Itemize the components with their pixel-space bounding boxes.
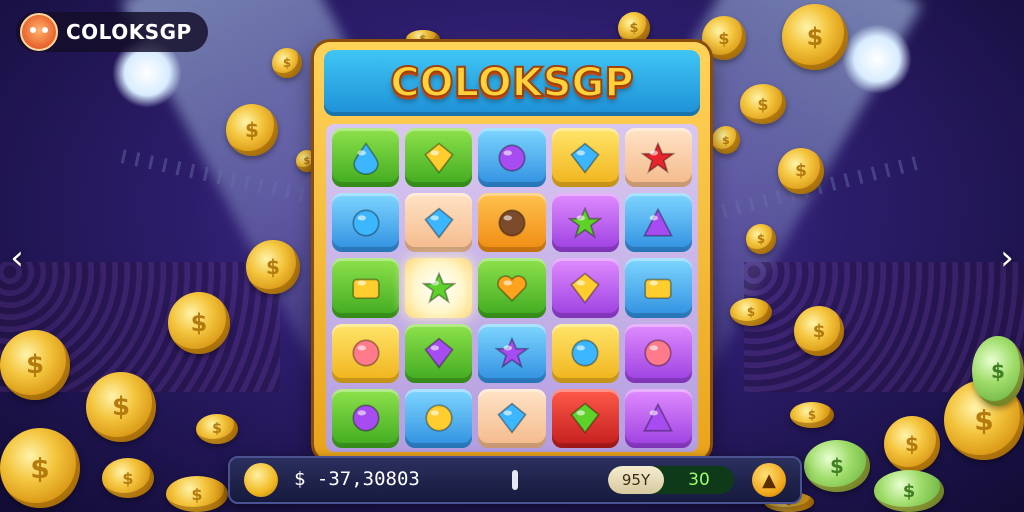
spin-button[interactable]: ▲ (752, 463, 786, 497)
pink-face-icon (644, 339, 672, 367)
spiral-shell-icon (498, 209, 526, 237)
coin-icon: $ (166, 476, 228, 512)
grid-cell[interactable] (551, 323, 619, 383)
gold-block-icon (644, 278, 672, 300)
gold-gem-icon (570, 272, 600, 304)
grid-cell[interactable] (478, 258, 546, 318)
grid-cell[interactable] (478, 323, 546, 383)
green-coin-icon: $ (804, 440, 870, 492)
coin-icon: $ (618, 12, 650, 44)
grid-cell[interactable] (624, 388, 692, 448)
grid-cell[interactable] (332, 193, 400, 253)
grid-cell[interactable] (332, 323, 400, 383)
grid-cell[interactable] (405, 193, 473, 253)
game-title-banner: COLOKSGP (324, 50, 700, 116)
red-star-icon (641, 140, 676, 174)
coin-icon: $ (746, 224, 776, 254)
grid-cell[interactable] (478, 193, 546, 253)
green-star-icon (421, 271, 456, 304)
control-bar: $ -37,30803 95Y 30 ▲ (228, 456, 802, 504)
balance-display: $ -37,30803 (294, 468, 420, 490)
grid-cell[interactable] (551, 128, 619, 188)
orange-heart-icon (497, 275, 527, 302)
blue-orb-icon (571, 339, 599, 367)
chevron-right-icon[interactable]: › (990, 236, 1024, 280)
blue-gem-icon (424, 207, 454, 239)
grid-cell[interactable] (332, 258, 400, 318)
purple-triangle-icon (643, 402, 674, 432)
green-coin-icon: $ (874, 470, 944, 512)
grid-cell[interactable] (478, 388, 546, 448)
blue-blade-icon (570, 142, 600, 174)
grid-cell[interactable] (405, 388, 473, 448)
coin-icon: $ (712, 126, 740, 154)
spin-icon: ▲ (762, 469, 776, 491)
bet-value: 30 (688, 470, 710, 490)
grid-cell[interactable] (332, 388, 400, 448)
coin-icon: $ (246, 240, 300, 294)
purple-smiley-icon (498, 143, 526, 172)
gold-bar-icon (351, 278, 380, 300)
grid-cell[interactable] (551, 193, 619, 253)
grid-cell[interactable] (405, 258, 473, 318)
coin-icon: $ (168, 292, 230, 354)
coin-icon (244, 463, 278, 497)
green-coin-icon: $ (972, 336, 1024, 406)
grid-cell[interactable] (551, 258, 619, 318)
brand-name: COLOKSGP (66, 20, 192, 44)
coin-icon: $ (730, 298, 772, 326)
purple-gem-icon (424, 337, 454, 370)
chevron-left-icon[interactable]: ‹ (0, 236, 34, 280)
coin-icon: $ (0, 428, 80, 508)
grid-cell[interactable] (405, 128, 473, 188)
avatar (20, 13, 58, 51)
coin-icon: $ (272, 48, 302, 78)
grid-cell[interactable] (478, 128, 546, 188)
indicator-pill (512, 470, 518, 490)
brand-badge[interactable]: COLOKSGP (16, 12, 208, 52)
blue-gem-icon (497, 402, 527, 435)
blue-orb-icon (351, 209, 380, 237)
water-drop-icon (352, 141, 379, 175)
coin-icon: $ (778, 148, 824, 194)
gold-orb-icon (425, 404, 453, 432)
green-star-icon (568, 206, 603, 239)
grid-cell[interactable] (624, 128, 692, 188)
purple-star-icon (494, 336, 529, 369)
coin-icon: $ (740, 84, 786, 124)
bet-label: 95Y (608, 466, 664, 494)
game-title: COLOKSGP (389, 59, 634, 107)
green-leaf-icon (570, 402, 600, 435)
pink-face-icon (351, 339, 380, 367)
coin-icon: $ (782, 4, 848, 70)
grid-cell[interactable] (624, 258, 692, 318)
grid-cell[interactable] (624, 193, 692, 253)
purple-orb-icon (351, 404, 380, 432)
spotlight-lamp-right (842, 24, 912, 94)
grid-cell[interactable] (624, 323, 692, 383)
symbol-grid (326, 124, 698, 452)
coin-icon: $ (0, 330, 70, 400)
grid-cell[interactable] (405, 323, 473, 383)
coin-icon: $ (794, 306, 844, 356)
grid-cell[interactable] (551, 388, 619, 448)
bet-selector[interactable]: 95Y 30 (608, 466, 734, 494)
slot-machine: COLOKSGP (314, 42, 710, 460)
purple-rune-icon (643, 207, 674, 237)
yellow-diamond-icon (424, 142, 454, 174)
coin-icon: $ (196, 414, 238, 444)
coin-icon: $ (86, 372, 156, 442)
coin-icon: $ (884, 416, 940, 472)
coin-icon: $ (102, 458, 154, 498)
coin-icon: $ (790, 402, 834, 428)
coin-icon: $ (226, 104, 278, 156)
grid-cell[interactable] (332, 128, 400, 188)
